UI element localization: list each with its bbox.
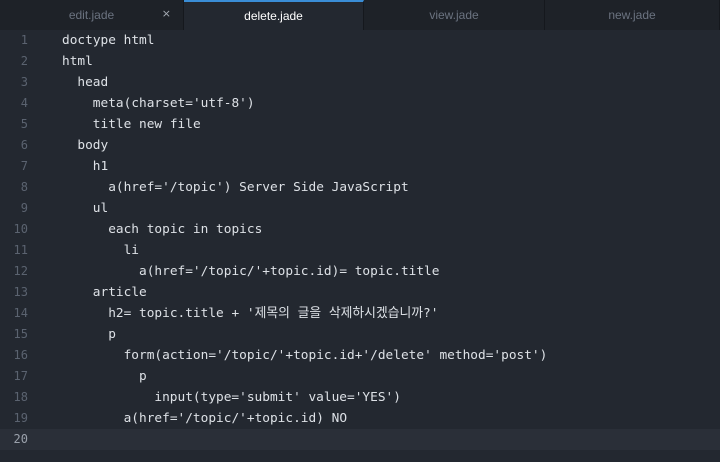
close-icon[interactable]: × <box>162 8 171 20</box>
line-number: 13 <box>13 285 28 299</box>
line-number: 5 <box>20 117 28 131</box>
code-text: h2= topic.title + '제목의 글을 삭제하시겠습니까?' <box>108 306 439 321</box>
line-number: 9 <box>20 201 28 215</box>
line-number: 6 <box>20 138 28 152</box>
code-text: input(type='submit' value='YES') <box>154 390 401 405</box>
code-line[interactable]: 17 p <box>0 366 720 387</box>
code-line[interactable]: 3 head <box>0 72 720 93</box>
code-text: doctype html <box>62 33 155 48</box>
code-text: p <box>139 369 147 384</box>
code-line[interactable]: 6 body <box>0 135 720 156</box>
line-number: 1 <box>20 33 28 47</box>
code-line[interactable]: 7 h1 <box>0 156 720 177</box>
line-number: 11 <box>13 243 28 257</box>
code-text: form(action='/topic/'+topic.id+'/delete'… <box>123 348 548 363</box>
code-area[interactable]: 1 doctype html 2 html 3 head 4 meta(charset='ut… <box>0 30 720 450</box>
line-number: 15 <box>13 327 28 341</box>
code-text: ul <box>92 201 109 216</box>
code-line[interactable]: 14 h2= topic.title + '제목의 글을 삭제하시겠습니까?' <box>0 303 720 324</box>
tab-bar: edit.jade × delete.jade view.jade new.jade <box>0 0 720 30</box>
line-number: 10 <box>13 222 28 236</box>
code-text: article <box>92 285 147 300</box>
code-text: p <box>108 327 116 342</box>
code-text: html <box>62 54 93 69</box>
line-number: 16 <box>13 348 28 362</box>
code-text: body <box>77 138 109 153</box>
tab-label: view.jade <box>429 8 479 22</box>
code-text: h1 <box>92 159 109 174</box>
code-line[interactable]: 16 form(action='/topic/'+topic.id+'/delet… <box>0 345 720 366</box>
code-line[interactable]: 11 li <box>0 240 720 261</box>
code-text: li <box>123 243 140 258</box>
code-line[interactable]: 5 title new file <box>0 114 720 135</box>
code-line[interactable]: 20 <box>0 429 720 450</box>
code-text: a(href='/topic') Server Side JavaScript <box>108 180 409 195</box>
tab-edit-jade[interactable]: edit.jade × <box>0 0 184 30</box>
code-line[interactable]: 10 each topic in topics <box>0 219 720 240</box>
code-line[interactable]: 9 ul <box>0 198 720 219</box>
tab-view-jade[interactable]: view.jade <box>364 0 545 30</box>
tab-label: delete.jade <box>244 9 303 23</box>
line-number: 19 <box>13 411 28 425</box>
code-line[interactable]: 15 p <box>0 324 720 345</box>
line-number: 8 <box>20 180 28 194</box>
line-number: 18 <box>13 390 28 404</box>
code-line[interactable]: 4 meta(charset='utf-8') <box>0 93 720 114</box>
line-number: 17 <box>13 369 28 383</box>
code-line[interactable]: 13 article <box>0 282 720 303</box>
code-line[interactable]: 18 input(type='submit' value='YES') <box>0 387 720 408</box>
code-text: head <box>77 75 109 90</box>
code-text: a(href='/topic/'+topic.id)= topic.title <box>139 264 440 279</box>
tab-label: new.jade <box>608 8 656 22</box>
tab-new-jade[interactable]: new.jade <box>545 0 720 30</box>
line-number: 7 <box>20 159 28 173</box>
code-line[interactable]: 12 a(href='/topic/'+topic.id)= topic.titl… <box>0 261 720 282</box>
line-number: 12 <box>13 264 28 278</box>
line-number: 20 <box>13 432 28 446</box>
code-line[interactable]: 2 html <box>0 51 720 72</box>
code-text: each topic in topics <box>108 222 263 237</box>
line-number: 2 <box>20 54 28 68</box>
line-number: 4 <box>20 96 28 110</box>
code-text: meta(charset='utf-8') <box>92 96 255 111</box>
code-line[interactable]: 8 a(href='/topic') Server Side JavaScript <box>0 177 720 198</box>
line-number: 3 <box>20 75 28 89</box>
code-text: a(href='/topic/'+topic.id) NO <box>123 411 348 426</box>
tab-delete-jade[interactable]: delete.jade <box>184 0 364 30</box>
line-number: 14 <box>13 306 28 320</box>
tab-label: edit.jade <box>68 8 115 22</box>
code-line[interactable]: 1 doctype html <box>0 30 720 51</box>
code-editor[interactable]: edit.jade × delete.jade view.jade new.jade 1… <box>0 0 720 462</box>
code-text: title new file <box>92 117 201 132</box>
code-line[interactable]: 19 a(href='/topic/'+topic.id) NO <box>0 408 720 429</box>
